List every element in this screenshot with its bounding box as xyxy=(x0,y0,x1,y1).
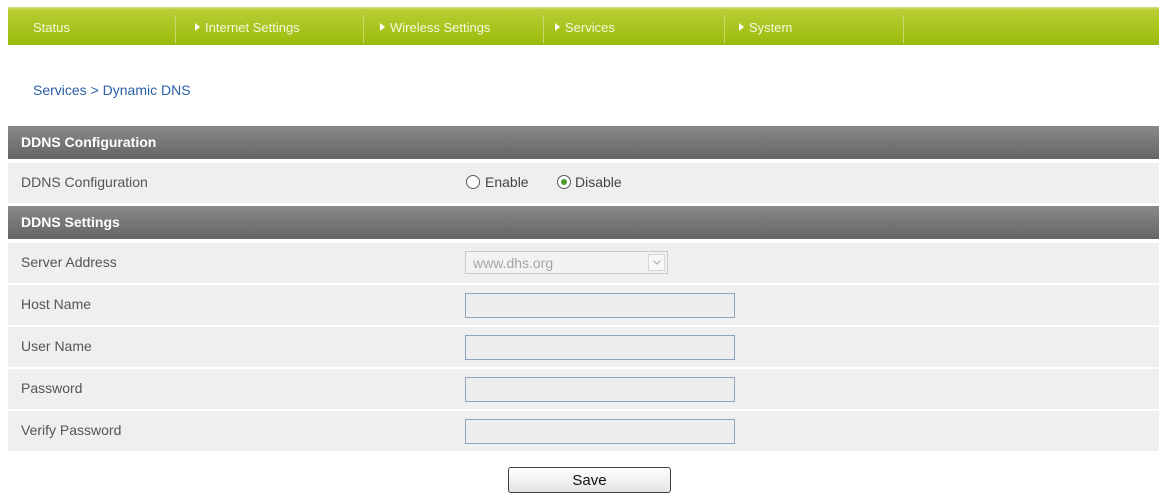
nav-divider xyxy=(903,15,904,43)
nav-item-internet-settings[interactable]: Internet Settings xyxy=(195,20,300,35)
nav-divider xyxy=(363,15,364,43)
top-nav-bar: Status Internet Settings Wireless Settin… xyxy=(8,7,1159,45)
nav-divider xyxy=(543,15,544,43)
ddns-configuration-row: DDNS Configuration Enable Disable xyxy=(8,163,1159,203)
arrow-right-icon xyxy=(555,23,560,31)
arrow-right-icon xyxy=(195,23,200,31)
server-address-select[interactable]: www.dhs.org xyxy=(465,251,668,274)
arrow-right-icon xyxy=(739,23,744,31)
user-name-label: User Name xyxy=(21,338,92,354)
verify-password-row: Verify Password xyxy=(8,411,1159,451)
disable-radio[interactable] xyxy=(557,175,571,189)
nav-item-services[interactable]: Services xyxy=(555,20,615,35)
nav-item-system[interactable]: System xyxy=(739,20,792,35)
password-row: Password xyxy=(8,369,1159,409)
user-name-row: User Name xyxy=(8,327,1159,367)
save-button[interactable]: Save xyxy=(508,467,671,493)
user-name-input[interactable] xyxy=(465,335,735,360)
host-name-label: Host Name xyxy=(21,296,92,312)
nav-item-label: Services xyxy=(565,20,615,35)
verify-password-label: Verify Password xyxy=(21,422,122,438)
enable-radio[interactable] xyxy=(466,175,480,189)
chevron-down-icon xyxy=(653,260,661,265)
nav-item-label: System xyxy=(749,20,793,35)
password-label: Password xyxy=(21,380,83,396)
nav-divider xyxy=(175,15,176,43)
nav-item-wireless-settings[interactable]: Wireless Settings xyxy=(380,20,490,35)
verify-password-input[interactable] xyxy=(465,419,735,444)
server-address-selected-value: www.dhs.org xyxy=(473,255,554,271)
dropdown-button[interactable] xyxy=(648,254,665,271)
server-address-label: Server Address xyxy=(21,254,117,270)
server-address-row: Server Address www.dhs.org xyxy=(8,243,1159,283)
section-header-ddns-settings: DDNS Settings xyxy=(8,206,1159,239)
host-name-input[interactable] xyxy=(465,293,735,318)
nav-item-label: Internet Settings xyxy=(205,20,300,35)
nav-item-label: Status xyxy=(33,20,70,35)
password-input[interactable] xyxy=(465,377,735,402)
breadcrumb: Services > Dynamic DNS xyxy=(33,82,191,98)
enable-radio-label[interactable]: Enable xyxy=(485,174,529,190)
arrow-right-icon xyxy=(380,23,385,31)
nav-item-label: Wireless Settings xyxy=(390,20,491,35)
nav-item-status[interactable]: Status xyxy=(33,20,70,35)
section-header-ddns-configuration: DDNS Configuration xyxy=(8,126,1159,159)
host-name-row: Host Name xyxy=(8,285,1159,325)
ddns-configuration-label: DDNS Configuration xyxy=(21,174,148,190)
nav-divider xyxy=(724,15,725,43)
disable-radio-label[interactable]: Disable xyxy=(575,174,622,190)
